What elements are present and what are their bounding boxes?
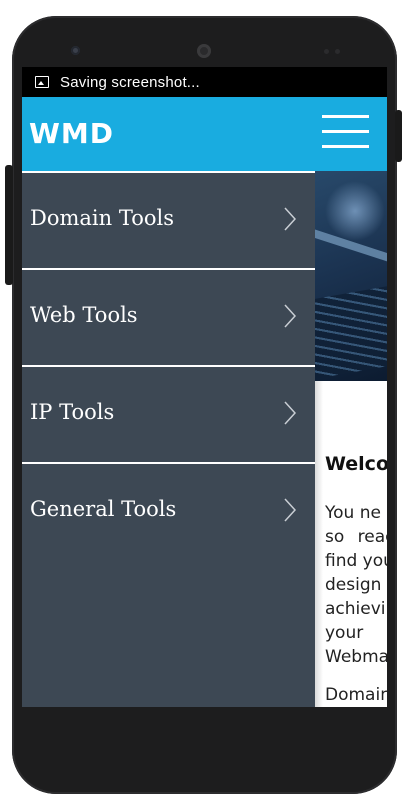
chevron-right-icon	[284, 498, 296, 522]
paragraph-line: design	[325, 575, 382, 595]
intro-paragraph: You ne so reac find you design achievi y…	[325, 501, 387, 669]
drawer-item-label: Web Tools	[30, 303, 138, 327]
hero-image	[315, 171, 387, 381]
status-bar: Saving screenshot...	[22, 67, 387, 97]
light-sensor	[335, 49, 340, 54]
paragraph-line: find you	[325, 551, 387, 571]
earpiece-speaker	[197, 44, 211, 58]
hamburger-menu-icon[interactable]	[322, 115, 369, 149]
paragraph-line: so reac	[325, 527, 387, 547]
drawer-item-label: IP Tools	[30, 400, 115, 424]
power-button	[395, 110, 402, 162]
paragraph-line: your	[325, 623, 364, 643]
drawer-item-label: Domain Tools	[30, 206, 174, 230]
volume-button	[5, 165, 13, 285]
chevron-right-icon	[284, 401, 296, 425]
app-header: WMD	[22, 97, 387, 171]
second-paragraph: Domain	[325, 685, 387, 705]
image-icon	[35, 76, 49, 88]
paragraph-line: Webma	[325, 647, 387, 667]
drawer-item-label: General Tools	[30, 497, 177, 521]
main-content: Welco You ne so reac find you design ach…	[315, 171, 387, 707]
drawer-shadow	[315, 381, 323, 707]
drawer-item-web-tools[interactable]: Web Tools	[22, 268, 315, 364]
paragraph-line: achievi	[325, 599, 386, 619]
status-notification: Saving screenshot...	[60, 73, 200, 91]
site-logo[interactable]: WMD	[29, 117, 114, 150]
welcome-heading: Welco	[325, 453, 387, 475]
device-screen: Saving screenshot... WMD Welco You ne so…	[22, 67, 387, 707]
paragraph-line: You ne	[325, 503, 381, 523]
front-camera	[71, 46, 80, 55]
drawer-item-general-tools[interactable]: General Tools	[22, 462, 315, 558]
navigation-drawer: Domain Tools Web Tools IP Tools General …	[22, 171, 315, 707]
proximity-sensor	[324, 49, 329, 54]
chevron-right-icon	[284, 207, 296, 231]
drawer-item-domain-tools[interactable]: Domain Tools	[22, 171, 315, 267]
drawer-item-ip-tools[interactable]: IP Tools	[22, 365, 315, 461]
chevron-right-icon	[284, 304, 296, 328]
